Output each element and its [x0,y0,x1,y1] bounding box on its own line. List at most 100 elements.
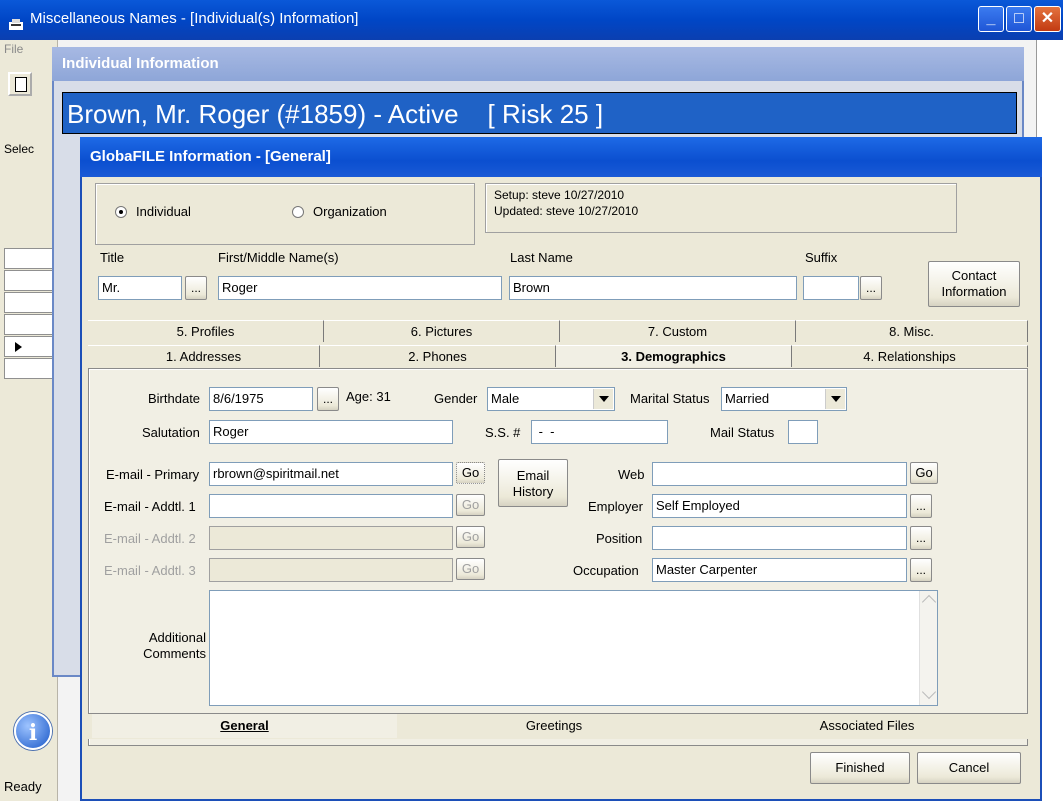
grid-row[interactable] [4,270,54,291]
birthdate-field[interactable]: 8/6/1975 [209,387,313,411]
mail-status-label: Mail Status [710,425,775,440]
scroll-up-icon[interactable] [921,594,937,610]
web-label: Web [618,467,645,482]
email-addtl1-label: E-mail - Addtl. 1 [104,499,196,514]
email-addtl1-field[interactable] [209,494,453,518]
dialog-title: GlobaFILE Information - [General] [80,137,1042,177]
tab-general-label: General [220,718,269,733]
ss-label: S.S. # [485,425,521,440]
email-addtl3-field[interactable] [209,558,453,582]
occupation-label: Occupation [573,563,639,578]
tab-greetings[interactable]: Greetings [400,714,708,738]
last-name-field[interactable]: Brown [509,276,797,300]
web-go-button[interactable]: Go [910,462,938,484]
scroll-down-icon[interactable] [921,684,937,700]
cancel-button[interactable]: Cancel [917,752,1021,784]
email-primary-label: E-mail - Primary [106,467,200,482]
email-addtl1-go-button[interactable]: Go [456,494,485,516]
email-addtl3-label: E-mail - Addtl. 3 [104,563,196,578]
email-addtl3-go-button[interactable]: Go [456,558,485,580]
grid-row[interactable] [4,292,54,313]
position-lookup-button[interactable]: ... [910,526,932,550]
finished-button[interactable]: Finished [810,752,910,784]
maximize-button[interactable]: □ [1006,6,1032,32]
organization-label: Organization [313,204,387,219]
email-addtl2-label: E-mail - Addtl. 2 [104,531,196,546]
individual-window-title: Individual Information [52,47,1024,81]
first-name-field[interactable]: Roger [218,276,502,300]
comments-label: Additional Comments [143,630,206,661]
suffix-lookup-button[interactable]: ... [860,276,882,300]
grid-row-current[interactable] [4,336,54,357]
employer-field[interactable]: Self Employed [652,494,907,518]
individual-radio[interactable] [115,206,127,218]
contact-information-button[interactable]: Contact Information [928,261,1020,307]
suffix-label: Suffix [805,250,838,265]
tab-relationships[interactable]: 4. Relationships [792,345,1028,367]
employer-lookup-button[interactable]: ... [910,494,932,518]
position-field[interactable] [652,526,907,550]
row-pointer-icon [15,342,22,352]
main-title-bar: Miscellaneous Names - [Individual(s) Inf… [0,0,1063,40]
main-window-title: Miscellaneous Names - [Individual(s) Inf… [30,10,359,27]
email-addtl2-field[interactable] [209,526,453,550]
first-name-label: First/Middle Name(s) [218,250,339,265]
grid-row[interactable] [4,358,54,379]
gender-value: Male [491,391,520,406]
tab-pictures[interactable]: 6. Pictures [324,320,560,342]
marital-status-value: Married [725,391,770,406]
employer-label: Employer [588,499,643,514]
title-field[interactable]: Mr. [98,276,182,300]
select-label: Selec [4,142,35,156]
marital-status-label: Marital Status [630,391,710,406]
minimize-button[interactable]: _ [978,6,1004,32]
tab-addresses[interactable]: 1. Addresses [88,345,320,367]
tab-phones[interactable]: 2. Phones [320,345,556,367]
individual-label: Individual [136,204,191,219]
grid-row[interactable] [4,248,54,269]
status-text: Ready [4,779,42,794]
ss-field[interactable]: - - [531,420,668,444]
comments-scrollbar[interactable] [919,591,937,705]
email-primary-go-button[interactable]: Go [456,462,485,484]
salutation-field[interactable]: Roger [209,420,453,444]
gender-label: Gender [434,391,478,406]
close-button[interactable]: ✕ [1034,6,1061,32]
marital-status-select[interactable]: Married [721,387,847,411]
tab-custom[interactable]: 7. Custom [560,320,796,342]
tab-profiles[interactable]: 5. Profiles [88,320,324,342]
age-text: Age: 31 [346,389,391,404]
tab-misc[interactable]: 8. Misc. [796,320,1028,342]
organization-radio[interactable] [292,206,304,218]
setup-text: Setup: steve 10/27/2010 [494,188,625,202]
chevron-down-icon[interactable] [825,389,845,409]
title-label: Title [100,250,125,265]
updated-text: Updated: steve 10/27/2010 [494,204,639,218]
position-label: Position [596,531,643,546]
tab-demographics[interactable]: 3. Demographics [556,345,792,367]
new-document-icon[interactable] [8,72,32,96]
occupation-lookup-button[interactable]: ... [910,558,932,582]
individual-banner: Brown, Mr. Roger (#1859) - Active [ Risk… [62,92,1017,134]
comments-textarea[interactable] [209,590,938,706]
last-name-label: Last Name [510,250,573,265]
app-icon [8,10,24,30]
email-history-button[interactable]: Email History [498,459,568,507]
web-field[interactable] [652,462,907,486]
menu-file[interactable]: File [4,42,23,56]
grid-row[interactable] [4,314,54,335]
info-icon[interactable]: i [14,712,52,750]
gender-select[interactable]: Male [487,387,615,411]
email-addtl2-go-button[interactable]: Go [456,526,485,548]
tab-associated-files[interactable]: Associated Files [712,714,1022,738]
salutation-label: Salutation [142,425,200,440]
title-lookup-button[interactable]: ... [185,276,207,300]
birthdate-label: Birthdate [148,391,201,406]
occupation-field[interactable]: Master Carpenter [652,558,907,582]
birthdate-picker-button[interactable]: ... [317,387,339,411]
mail-status-field[interactable] [788,420,818,444]
tab-general[interactable]: General [92,714,397,738]
email-primary-field[interactable]: rbrown@spiritmail.net [209,462,453,486]
suffix-field[interactable] [803,276,859,300]
chevron-down-icon[interactable] [593,389,613,409]
